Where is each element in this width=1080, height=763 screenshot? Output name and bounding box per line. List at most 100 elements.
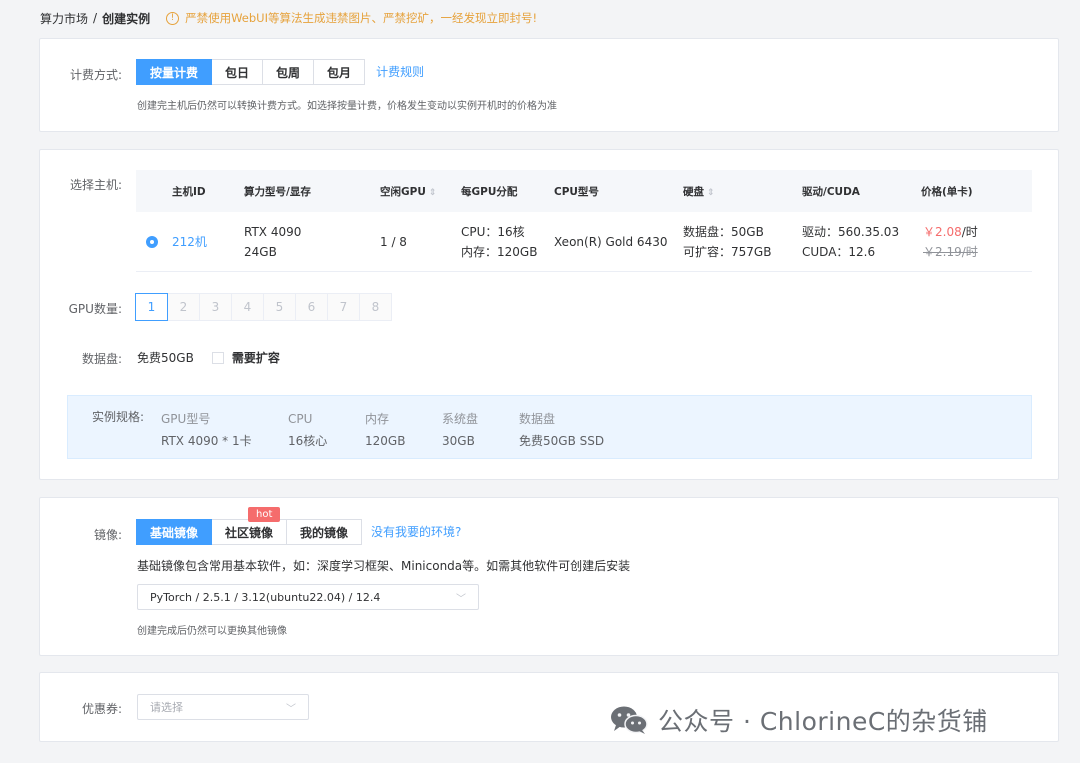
spec-value: RTX 4090 * 1卡 — [161, 434, 252, 448]
host-model-name: RTX 4090 — [244, 224, 302, 239]
billing-option-weekly[interactable]: 包周 — [262, 59, 315, 85]
image-label: 镜像: — [93, 528, 122, 542]
image-select-value: PyTorch / 2.5.1 / 3.12(ubuntu22.04) / 12… — [150, 590, 381, 604]
expand-checkbox[interactable] — [211, 351, 224, 364]
watermark: 公众号 · ChlorineC的杂货铺 — [610, 700, 988, 740]
wechat-icon — [611, 706, 648, 734]
spec-value: 120GB — [365, 434, 406, 448]
hot-badge: hot — [248, 507, 281, 522]
chevron-down-icon: ﹀ — [286, 703, 296, 715]
host-alloc: CPU：16核 内存：120GB — [461, 222, 537, 262]
watermark-text: 公众号 · ChlorineC的杂货铺 — [658, 707, 988, 736]
host-alloc-mem: 内存：120GB — [461, 244, 538, 259]
image-hint: 创建完成后仍然可以更换其他镜像 — [137, 626, 287, 637]
sort-icon[interactable]: ⇕ — [429, 188, 437, 198]
spec-gpu: GPU型号 RTX 4090 * 1卡 — [161, 408, 252, 452]
host-model: RTX 4090 24GB — [244, 222, 301, 262]
image-tabs: 基础镜像 社区镜像 我的镜像 没有我要的环境? — [136, 519, 461, 545]
col-alloc: 每GPU分配 — [461, 185, 518, 198]
spec-data-disk: 数据盘 免费50GB SSD — [519, 408, 604, 452]
coupon-select[interactable]: 请选择 ﹀ — [137, 694, 309, 720]
warning-text: 严禁使用WebUI等算法生成违禁图片、严禁挖矿，一经发现立即封号! — [185, 11, 538, 25]
host-label: 选择主机: — [69, 178, 122, 192]
host-cpu: Xeon(R) Gold 6430 — [554, 234, 668, 249]
image-desc: 基础镜像包含常用基本软件，如：深度学习框架、Miniconda等。如需其他软件可… — [137, 559, 631, 573]
spec-system-disk: 系统盘 30GB — [442, 408, 478, 452]
host-price-old: ￥2.19/时 — [923, 244, 978, 259]
image-card: 镜像: hot 基础镜像 社区镜像 我的镜像 没有我要的环境? 基础镜像包含常用… — [39, 497, 1059, 656]
coupon-placeholder: 请选择 — [150, 701, 183, 714]
host-price-now: ￥2.08/时 — [923, 222, 978, 242]
col-free-gpu-label: 空闲GPU — [380, 185, 426, 198]
billing-card: 计费方式: 按量计费 包日 包周 包月 计费规则 创建完主机后仍然可以转换计费方… — [39, 38, 1059, 132]
billing-rules-link[interactable]: 计费规则 — [376, 59, 424, 85]
host-disk-data: 数据盘：50GB — [683, 224, 764, 239]
breadcrumb-current: 创建实例 — [102, 11, 151, 26]
gpu-count-option[interactable]: 6 — [295, 293, 328, 321]
breadcrumb-root[interactable]: 算力市场 — [40, 10, 88, 27]
spec-memory: 内存 120GB — [365, 408, 405, 452]
spec-key: 系统盘 — [442, 412, 479, 426]
col-model: 算力型号/显存 — [244, 185, 311, 198]
col-driver: 驱动/CUDA — [802, 185, 860, 198]
gpu-count-option[interactable]: 1 — [135, 293, 168, 321]
image-select[interactable]: PyTorch / 2.5.1 / 3.12(ubuntu22.04) / 12… — [137, 584, 479, 610]
sort-icon[interactable]: ⇕ — [707, 188, 715, 198]
spec-key: 内存 — [365, 412, 390, 426]
gpu-count-option[interactable]: 7 — [327, 293, 360, 321]
spec-value: 16核心 — [288, 434, 328, 448]
missing-env-link[interactable]: 没有我要的环境? — [371, 519, 461, 545]
data-disk-label: 数据盘: — [81, 352, 122, 366]
spec-key: CPU — [288, 412, 313, 426]
col-disk[interactable]: 硬盘 ⇕ — [683, 184, 715, 199]
spec-key: 数据盘 — [519, 412, 556, 426]
spec-cpu: CPU 16核心 — [288, 408, 327, 452]
gpu-count-label: GPU数量: — [68, 302, 122, 316]
host-free-gpu: 1 / 8 — [380, 234, 407, 249]
host-cuda-version: CUDA：12.6 — [802, 244, 876, 259]
data-disk-free: 免费50GB — [137, 351, 194, 365]
col-price: 价格(单卡) — [921, 185, 973, 198]
breadcrumb: 算力市场 / 创建实例 ! 严禁使用WebUI等算法生成违禁图片、严禁挖矿，一经… — [40, 8, 537, 28]
billing-option-monthly[interactable]: 包月 — [313, 59, 366, 85]
tab-my-image[interactable]: 我的镜像 — [286, 519, 363, 545]
billing-option-daily[interactable]: 包日 — [211, 59, 264, 85]
host-alloc-cpu: CPU：16核 — [461, 224, 525, 239]
host-id[interactable]: 212机 — [172, 233, 207, 250]
exclamation-circle-icon: ! — [166, 11, 180, 25]
col-disk-label: 硬盘 — [683, 185, 704, 198]
spec-label: 实例规格: — [92, 410, 145, 424]
host-disk: 数据盘：50GB 可扩容：757GB — [683, 222, 771, 262]
billing-options: 按量计费 包日 包周 包月 计费规则 — [136, 59, 424, 85]
gpu-count-option[interactable]: 3 — [199, 293, 232, 321]
spec-box: 实例规格: GPU型号 RTX 4090 * 1卡 CPU 16核心 内存 12… — [67, 395, 1032, 459]
gpu-count-option[interactable]: 5 — [263, 293, 296, 321]
spec-value: 免费50GB SSD — [519, 434, 605, 448]
spec-key: GPU型号 — [161, 412, 211, 426]
chevron-down-icon: ﹀ — [456, 593, 466, 605]
expand-label[interactable]: 需要扩容 — [232, 349, 280, 366]
tab-base-image[interactable]: 基础镜像 — [136, 519, 213, 545]
host-price-unit: /时 — [961, 224, 978, 239]
host-model-vram: 24GB — [244, 244, 277, 259]
coupon-label: 优惠券: — [81, 702, 122, 716]
host-radio[interactable] — [146, 236, 158, 248]
gpu-count-selector: 1 2 3 4 5 6 7 8 — [135, 293, 392, 321]
col-host-id: 主机ID — [172, 185, 206, 198]
host-table-header: 主机ID 算力型号/显存 空闲GPU ⇕ 每GPU分配 CPU型号 硬盘 ⇕ 驱动/… — [136, 170, 1032, 212]
host-price-value: ￥2.08 — [923, 224, 962, 239]
host-driver: 驱动：560.35.03 CUDA：12.6 — [802, 222, 899, 262]
billing-hint: 创建完主机后仍然可以转换计费方式。如选择按量计费，价格发生变动以实例开机时的价格… — [137, 101, 557, 112]
gpu-count-option[interactable]: 4 — [231, 293, 264, 321]
col-cpu: CPU型号 — [554, 185, 599, 198]
data-disk-row: 免费50GB 需要扩容 — [137, 349, 280, 366]
gpu-count-option[interactable]: 8 — [359, 293, 392, 321]
breadcrumb-separator: / — [93, 11, 98, 25]
billing-label: 计费方式: — [69, 68, 122, 82]
col-free-gpu[interactable]: 空闲GPU ⇕ — [380, 184, 436, 199]
host-card: 选择主机: 主机ID 算力型号/显存 空闲GPU ⇕ 每GPU分配 CPU型号 硬… — [39, 149, 1059, 480]
billing-option-hourly[interactable]: 按量计费 — [136, 59, 213, 85]
tab-community-image[interactable]: 社区镜像 — [211, 519, 288, 545]
table-row[interactable]: 212机 RTX 4090 24GB 1 / 8 CPU：16核 内存：120G… — [136, 212, 1032, 272]
gpu-count-option[interactable]: 2 — [167, 293, 200, 321]
